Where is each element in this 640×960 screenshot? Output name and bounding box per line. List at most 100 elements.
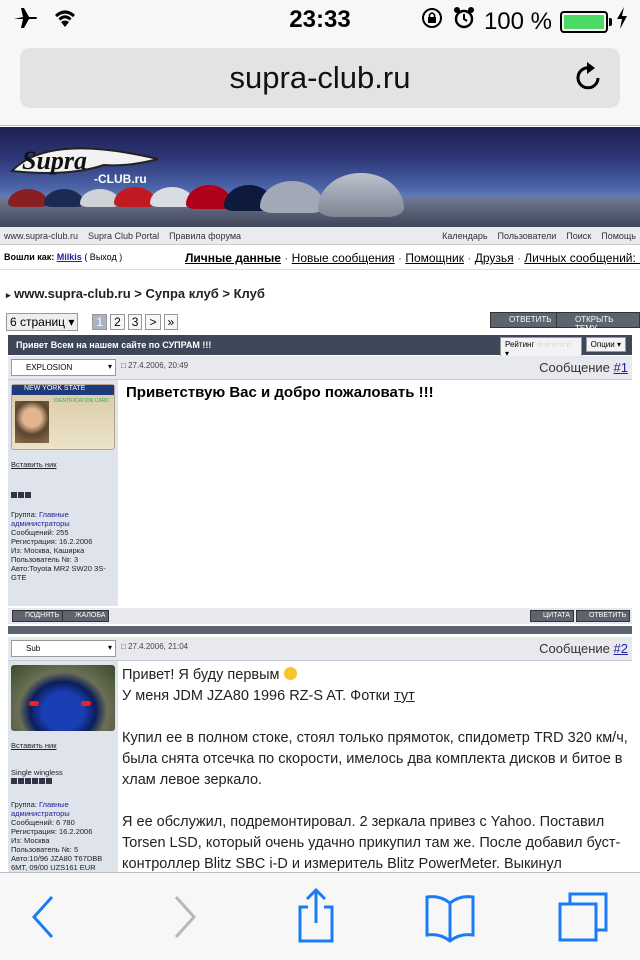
registration-date: Регистрация: 16.2.2006	[11, 537, 93, 546]
logout-link[interactable]: ( Выход )	[84, 252, 122, 262]
page-next[interactable]: >	[145, 314, 161, 330]
post-author-dropdown[interactable]: EXPLOSION	[11, 359, 116, 376]
personal-data-link[interactable]: Личные данные	[185, 251, 281, 265]
post-2: Sub □ 27.4.2006, 21:04 Сообщение #2 Вста…	[8, 637, 632, 873]
post-paragraph: Купил ее в полном стоке, стоял только пр…	[122, 730, 628, 788]
post-1: EXPLOSION □ 27.4.2006, 20:49 Сообщение #…	[8, 356, 632, 634]
charging-icon	[616, 7, 628, 36]
logo-text: Supra	[22, 146, 87, 175]
nav-home-link[interactable]: www.supra-club.ru	[4, 231, 78, 241]
group-line: Группа: Главные администраторы	[11, 510, 70, 528]
post-separator	[8, 626, 632, 634]
post-body: Приветствую Вас и добро пожаловать !!!	[120, 380, 632, 606]
nav-help-link[interactable]: Помощь	[601, 231, 636, 241]
reload-icon[interactable]	[574, 60, 604, 99]
pagination: 6 страниц ▾ 1 2 3 > »	[6, 313, 179, 331]
post-header: Sub □ 27.4.2006, 21:04 Сообщение #2	[8, 637, 632, 661]
post-body: Привет! Я буду первым У меня JDM JZA80 1…	[120, 661, 632, 873]
rank-stars	[11, 491, 115, 500]
post-date: □ 27.4.2006, 21:04	[121, 642, 189, 651]
page-1[interactable]: 1	[92, 314, 108, 330]
back-icon[interactable]	[28, 891, 58, 948]
site-logo: Supra -CLUB.ru	[8, 137, 168, 194]
assistant-link[interactable]: Помощник	[405, 251, 464, 265]
rank-stars	[11, 777, 115, 786]
forum-topnav: www.supra-club.ru Supra Club Portal Прав…	[0, 227, 640, 245]
forward-icon[interactable]	[170, 891, 200, 948]
laugh-emoji-icon	[283, 667, 297, 680]
tabs-icon[interactable]	[556, 891, 610, 948]
nav-users-link[interactable]: Пользователи	[498, 231, 557, 241]
battery-percent: 100 %	[483, 7, 552, 35]
nav-rules-link[interactable]: Правила форума	[169, 231, 241, 241]
pages-select[interactable]: 6 страниц ▾	[6, 313, 79, 331]
user-number: Пользователь №: 3	[11, 555, 79, 564]
user-auto: Авто:Toyota MR2 SW20 3S-GTE	[11, 564, 106, 582]
breadcrumb-arrow-icon: ▸	[6, 290, 11, 300]
rotation-lock-icon	[420, 6, 444, 37]
insert-nick-link[interactable]: Вставить ник	[11, 741, 115, 750]
breadcrumb-current[interactable]: Клуб	[234, 286, 265, 301]
post-paragraph: Я ее обслужил, подремонтировал. 2 зеркал…	[122, 814, 621, 872]
site-banner[interactable]: Supra -CLUB.ru	[0, 127, 640, 227]
url-text: supra-club.ru	[229, 60, 411, 95]
nav-search-link[interactable]: Поиск	[566, 231, 591, 241]
friends-link[interactable]: Друзья	[475, 251, 514, 265]
user-number: Пользователь №: 5	[11, 845, 79, 854]
breadcrumb-home[interactable]: www.supra-club.ru	[14, 286, 131, 301]
registration-date: Регистрация: 16.2.2006	[11, 827, 93, 836]
avatar	[11, 665, 115, 731]
nav-portal-link[interactable]: Supra Club Portal	[88, 231, 159, 241]
user-bar: Вошли как: Milkis ( Выход ) Личные данны…	[0, 248, 640, 270]
license-subtitle: IDENTIFICATION CARD	[54, 398, 109, 404]
private-messages-link[interactable]: Личных сообщений: 1	[524, 251, 640, 265]
post-greeting: Привет! Я буду первым	[122, 665, 630, 686]
page-last[interactable]: »	[163, 314, 179, 330]
address-bar: supra-club.ru	[0, 40, 640, 126]
post-number: Сообщение #1	[539, 360, 628, 375]
username-link[interactable]: Milkis	[57, 252, 82, 262]
messages-count: Сообщений: 6 780	[11, 818, 75, 827]
user-location: Из: Москва, Каширка	[11, 546, 85, 555]
alarm-icon	[452, 6, 476, 37]
post-author-dropdown[interactable]: Sub	[11, 640, 116, 657]
user-auto: Авто:10/96 JZA80 T67DBB 6MT, 09/00 UZS16…	[11, 854, 103, 872]
group-line: Группа: Главные администраторы	[11, 800, 70, 818]
new-messages-link[interactable]: Новые сообщения	[292, 251, 395, 265]
bump-button[interactable]: ПОДНЯТЬ	[12, 610, 64, 622]
post-reply-button[interactable]: ОТВЕТИТЬ	[576, 610, 631, 622]
share-icon[interactable]	[296, 887, 336, 948]
thread-header: Привет Всем на нашем сайте по СУПРАМ !!!…	[8, 335, 632, 361]
quote-button[interactable]: ЦИТАТА	[530, 610, 575, 622]
user-panel: NEW YORK STATE IDENTIFICATION CARD Встав…	[8, 380, 118, 606]
options-dropdown[interactable]: Опции ▾	[585, 337, 626, 352]
nav-calendar-link[interactable]: Календарь	[442, 231, 487, 241]
logged-in-label: Вошли как:	[4, 252, 55, 262]
avatar: NEW YORK STATE IDENTIFICATION CARD	[11, 384, 115, 450]
page-2[interactable]: 2	[110, 314, 125, 330]
user-rank: Single wingless	[11, 768, 63, 777]
safari-toolbar	[0, 872, 640, 960]
post-text: Приветствую Вас и добро пожаловать !!!	[126, 384, 434, 401]
post-number-link[interactable]: #2	[614, 641, 628, 656]
breadcrumb-club[interactable]: Супра клуб	[146, 286, 219, 301]
complain-button[interactable]: ЖАЛОБА	[62, 610, 110, 622]
photos-link[interactable]: тут	[394, 688, 415, 704]
post-line: У меня JDM JZA80 1996 RZ-S AT. Фотки тут	[122, 688, 415, 704]
page-3[interactable]: 3	[127, 314, 143, 330]
logo-subtext: -CLUB.ru	[94, 172, 147, 186]
avatar-photo	[15, 401, 49, 443]
license-title: NEW YORK STATE	[12, 385, 114, 395]
post-date: □ 27.4.2006, 20:49	[121, 361, 189, 370]
battery-icon	[560, 10, 612, 33]
insert-nick-link[interactable]: Вставить ник	[11, 460, 115, 469]
bookmarks-icon[interactable]	[424, 891, 476, 948]
url-field[interactable]: supra-club.ru	[20, 48, 620, 108]
status-bar: 23:33 100 %	[0, 0, 640, 40]
post-footer: ПОДНЯТЬ ЖАЛОБА ЦИТАТА ОТВЕТИТЬ	[8, 608, 632, 624]
post-number-link[interactable]: #1	[614, 360, 628, 375]
breadcrumb: ▸ www.supra-club.ru > Супра клуб > Клуб	[6, 286, 265, 301]
messages-count: Сообщений: 255	[11, 528, 69, 537]
reply-button[interactable]: ОТВЕТИТЬ	[490, 312, 557, 328]
new-thread-button[interactable]: ОТКРЫТЬ ТЕМУ	[556, 312, 640, 333]
